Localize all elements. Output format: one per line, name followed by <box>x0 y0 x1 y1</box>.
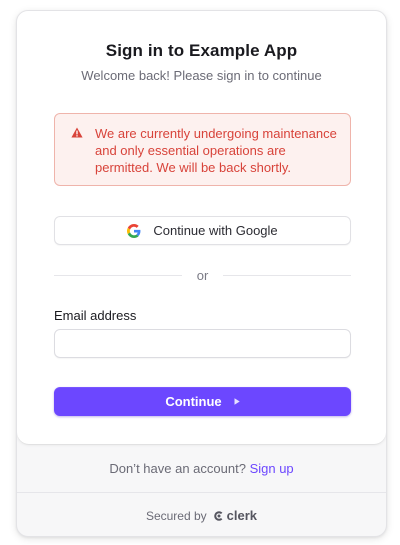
continue-with-google-button[interactable]: Continue with Google <box>54 216 351 245</box>
signup-prompt: Don’t have an account? Sign up <box>17 461 386 476</box>
sign-in-panel: Sign in to Example App Welcome back! Ple… <box>17 11 386 444</box>
clerk-mark-icon <box>213 510 223 521</box>
google-button-label: Continue with Google <box>153 223 278 238</box>
secured-by-text: Secured by <box>145 508 207 523</box>
play-icon <box>234 398 240 405</box>
footer-divider <box>17 492 386 493</box>
warning-triangle-icon <box>71 127 83 138</box>
email-input[interactable] <box>54 329 351 358</box>
google-icon <box>127 223 141 238</box>
clerk-brand-text: clerk <box>226 508 258 523</box>
sign-in-card: Sign in to Example App Welcome back! Ple… <box>16 10 387 537</box>
divider-text: or <box>196 267 209 283</box>
page-subtitle: Welcome back! Please sign in to continue <box>81 68 322 83</box>
sign-up-link[interactable]: Sign up <box>250 461 294 476</box>
continue-button-label: Continue <box>165 394 222 409</box>
divider-line-left <box>54 274 182 276</box>
page-title: Sign in to Example App <box>105 41 298 60</box>
continue-button[interactable]: Continue <box>54 387 351 416</box>
clerk-logo[interactable]: clerk <box>213 508 257 523</box>
alert-message: We are currently undergoing maintenance … <box>95 126 337 175</box>
divider-line-right <box>223 274 351 276</box>
maintenance-alert: We are currently undergoing maintenance … <box>54 113 351 186</box>
secured-by-footer: Secured by clerk <box>17 508 386 523</box>
or-divider: or <box>54 267 351 283</box>
signup-prompt-text: Don’t have an account? <box>109 461 246 476</box>
email-label: Email address <box>54 308 137 323</box>
